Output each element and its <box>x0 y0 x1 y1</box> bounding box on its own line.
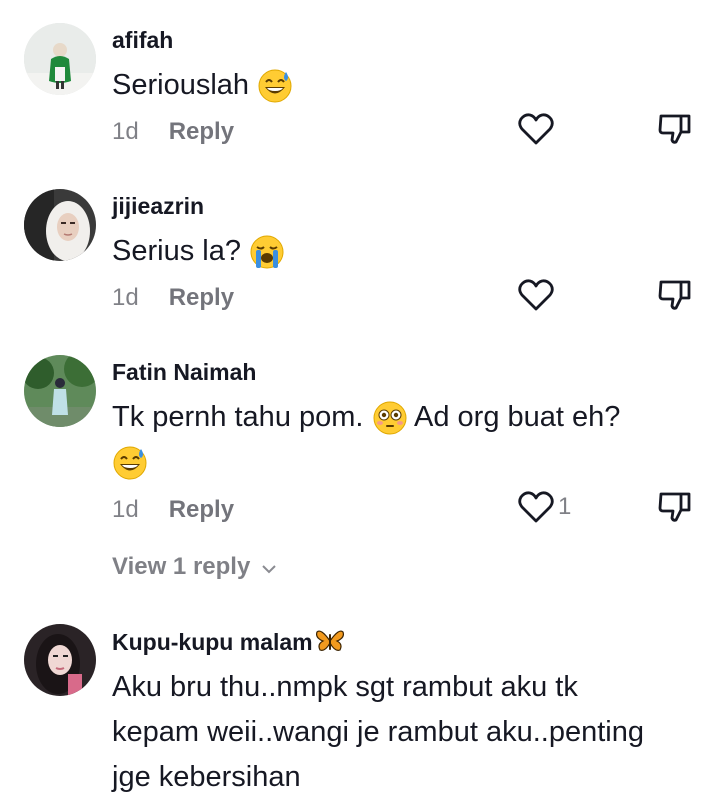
comment-username[interactable]: afifah <box>112 27 173 54</box>
comment-text-content: Ad org buat eh? <box>414 401 621 433</box>
reply-button[interactable]: Reply <box>169 284 234 311</box>
comment-username[interactable]: Kupu-kupu malam <box>112 628 345 660</box>
comment-text: Aku bru thu..nmpk sgt rambut aku tk kepa… <box>112 665 702 800</box>
avatar-image <box>24 189 96 261</box>
reply-button[interactable]: Reply <box>169 118 234 145</box>
avatar[interactable] <box>24 23 96 95</box>
thumbs-down-icon[interactable] <box>657 111 693 147</box>
comment-text-content: Seriouslah <box>112 69 250 101</box>
comment-meta: 1d Reply <box>112 496 234 524</box>
grinning-sweat-emoji <box>257 68 293 104</box>
avatar[interactable] <box>24 355 96 427</box>
comment-text-line: Aku bru thu..nmpk sgt rambut aku tk <box>112 671 578 703</box>
view-replies-label: View 1 reply <box>112 553 251 580</box>
comment-text: Tk pernh tahu pom. Ad org buat eh? <box>112 395 702 485</box>
comment-text-content: Serius la? <box>112 235 241 267</box>
butterfly-emoji <box>315 628 345 660</box>
comment-text: Serius la? <box>112 229 702 274</box>
reply-button[interactable]: Reply <box>169 496 234 523</box>
comment-text-line: kepam weii..wangi je rambut aku..penting <box>112 716 644 748</box>
comment-time: 1d <box>112 284 139 311</box>
thumbs-down-icon[interactable] <box>657 277 693 313</box>
heart-outline-icon[interactable] <box>517 112 555 146</box>
comment-time: 1d <box>112 118 139 145</box>
like-count: 1 <box>558 493 572 520</box>
comment-username[interactable]: jijieazrin <box>112 193 204 220</box>
flushed-emoji <box>372 400 408 436</box>
avatar-image <box>24 23 96 95</box>
grinning-sweat-emoji <box>112 445 148 481</box>
comment-username[interactable]: Fatin Naimah <box>112 359 256 386</box>
avatar-image <box>24 624 96 696</box>
thumbs-down-icon[interactable] <box>657 489 693 525</box>
comment-text: Seriouslah <box>112 63 702 108</box>
comment-text-content: Tk pernh tahu pom. <box>112 401 364 433</box>
comment-text-line: jge kebersihan <box>112 761 301 793</box>
heart-outline-icon[interactable] <box>517 278 555 312</box>
comment-username-text: Kupu-kupu malam <box>112 629 313 656</box>
chevron-down-icon <box>261 554 277 582</box>
avatar[interactable] <box>24 189 96 261</box>
comment-meta: 1d Reply <box>112 284 234 312</box>
view-replies-button[interactable]: View 1 reply <box>112 553 277 582</box>
loudly-crying-emoji <box>249 234 285 270</box>
comment-time: 1d <box>112 496 139 523</box>
avatar-image <box>24 355 96 427</box>
avatar[interactable] <box>24 624 96 696</box>
heart-outline-icon[interactable] <box>517 490 555 524</box>
comment-meta: 1d Reply <box>112 118 234 146</box>
